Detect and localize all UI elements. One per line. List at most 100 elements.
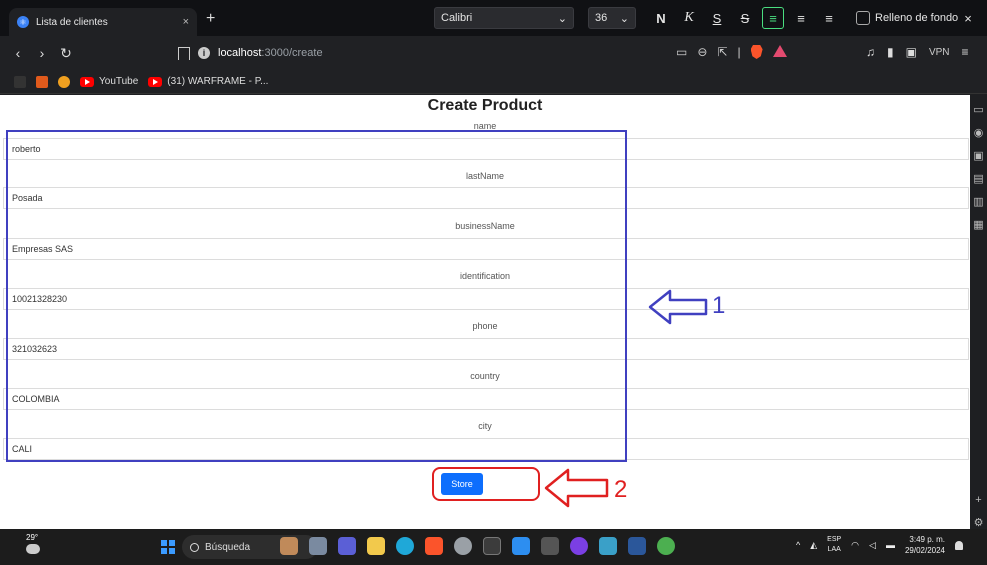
bookmark-app-icon[interactable] [58, 75, 70, 88]
taskbar-widget-icon[interactable] [280, 537, 298, 555]
annotation-number-2: 2 [614, 476, 628, 503]
brave-rewards-icon[interactable] [772, 45, 787, 57]
bookmark-label: (31) WARFRAME - P... [167, 76, 269, 87]
tab-title: Lista de clientes [36, 16, 108, 28]
vpn-button[interactable]: VPN [929, 47, 950, 58]
font-family-value: Calibri [441, 12, 473, 24]
font-family-select[interactable]: Calibri ⌄ [434, 7, 574, 29]
clock[interactable]: 3:49 p. m. 29/02/2024 [905, 534, 945, 556]
volume-icon[interactable]: ◁ [869, 540, 876, 551]
share-icon[interactable]: ⇱ [717, 45, 727, 59]
browser-app-icon[interactable] [657, 537, 675, 555]
url-field[interactable]: i localhost:3000/create [198, 41, 748, 65]
zoom-icon[interactable]: ⊖ [697, 45, 707, 59]
tab-lista-de-clientes[interactable]: ⚛ Lista de clientes × [9, 8, 197, 36]
brave-icon[interactable] [425, 537, 443, 555]
annotation-arrow-blue [648, 289, 708, 325]
menu-icon[interactable]: ≡ [962, 45, 969, 59]
photos-icon[interactable] [541, 537, 559, 555]
bookmark-app-icon[interactable] [36, 75, 48, 88]
bookmark-youtube[interactable]: YouTube [80, 76, 138, 87]
bookmarks-bar: YouTube (31) WARFRAME - P... [0, 70, 987, 94]
taskbar-apps [280, 537, 675, 555]
url-host: localhost [218, 47, 262, 59]
windows-taskbar: 29° Búsqueda ^ ◭ ESP LAA ◠ ◁ ▬ 3:49 p. m… [0, 529, 987, 565]
bookmark-icon[interactable] [178, 46, 190, 60]
sidebar-bookmarks-icon[interactable]: ▤ [973, 172, 983, 185]
edge-icon[interactable] [396, 537, 414, 555]
site-info-icon[interactable]: i [198, 47, 210, 59]
sidebar-target-icon[interactable]: ◉ [974, 126, 984, 139]
bookmark-warframe[interactable]: (31) WARFRAME - P... [148, 76, 268, 87]
app-icon[interactable] [599, 537, 617, 555]
sidebar-reading-icon[interactable]: ▥ [973, 195, 983, 208]
brave-shields-icon[interactable] [750, 45, 763, 59]
settings-icon[interactable] [454, 537, 472, 555]
sidebar-panel-icon[interactable]: ▭ [973, 103, 983, 116]
bold-button[interactable]: N [650, 7, 672, 29]
terminal-icon[interactable] [483, 537, 501, 555]
task-view-icon[interactable] [309, 537, 327, 555]
cast-icon[interactable]: ▭ [676, 45, 687, 59]
annotation-arrows [544, 289, 708, 508]
windows-start-icon[interactable] [161, 540, 175, 554]
browser-sidebar: ▭ ◉ ▣ ▤ ▥ ▦ + ⚙ [970, 95, 987, 529]
wifi-icon[interactable]: ◠ [851, 540, 859, 551]
weather-temperature: 29° [26, 533, 39, 542]
file-explorer-icon[interactable] [367, 537, 385, 555]
italic-button[interactable]: K [678, 7, 700, 29]
notification-bell-icon[interactable] [955, 540, 963, 550]
music-icon[interactable]: ♫ [866, 45, 875, 59]
background-fill-label: Relleno de fondo [875, 12, 959, 24]
font-size-select[interactable]: 36 ⌄ [588, 7, 636, 29]
youtube-icon [80, 76, 94, 87]
clock-time: 3:49 p. m. [909, 535, 945, 544]
language-indicator[interactable]: ESP LAA [827, 535, 841, 555]
align-left-button[interactable]: ≡ [762, 7, 784, 29]
cloud-icon [26, 544, 40, 554]
react-favicon-icon: ⚛ [17, 16, 29, 28]
chat-icon[interactable] [338, 537, 356, 555]
reload-icon[interactable]: ↻ [54, 45, 78, 62]
word-icon[interactable] [628, 537, 646, 555]
format-toolbar: Calibri ⌄ 36 ⌄ N K S S ≡ ≡ ≡ Relleno de … [434, 6, 972, 30]
annotation-number-1: 1 [712, 292, 726, 319]
chevron-up-icon[interactable]: ^ [796, 540, 800, 550]
sidebar-icon[interactable]: ▮ [887, 45, 894, 59]
sidebar-add-icon[interactable]: + [975, 494, 981, 506]
language-primary: ESP [827, 536, 842, 543]
wallet-icon[interactable]: ▣ [906, 45, 917, 59]
sidebar-history-icon[interactable]: ▦ [973, 218, 983, 231]
vscode-icon[interactable] [512, 537, 530, 555]
battery-icon[interactable]: ▬ [886, 540, 895, 550]
separator: | [737, 45, 741, 59]
sidebar-settings-icon[interactable]: ⚙ [974, 516, 984, 529]
page-content: Create Product name roberto lastName Pos… [0, 95, 970, 529]
background-fill-checkbox[interactable] [856, 11, 870, 25]
language-secondary: LAA [827, 546, 841, 553]
back-icon[interactable]: ‹ [6, 45, 30, 61]
address-bar-row: ‹ › ↻ i localhost:3000/create ▭ ⊖ ⇱ | ♫ … [0, 36, 987, 70]
toolbar-close-icon[interactable]: × [964, 11, 972, 26]
tab-close-icon[interactable]: × [183, 16, 189, 28]
tab-strip: ⚛ Lista de clientes × + Calibri ⌄ 36 ⌄ N… [0, 0, 987, 36]
sidebar-wallet-icon[interactable]: ▣ [973, 149, 983, 162]
youtube-icon [148, 76, 163, 87]
bookmark-app-icon[interactable] [14, 75, 26, 88]
forward-icon[interactable]: › [30, 45, 54, 61]
tray-app-icon[interactable]: ◭ [810, 540, 817, 551]
address-actions: ▭ ⊖ ⇱ | [676, 45, 787, 59]
weather-widget[interactable]: 29° [26, 533, 40, 554]
strikethrough-button[interactable]: S [734, 7, 756, 29]
taskbar-search-placeholder: Búsqueda [205, 541, 251, 553]
github-icon[interactable] [570, 537, 588, 555]
system-tray: ^ ◭ ESP LAA ◠ ◁ ▬ 3:49 p. m. 29/02/2024 [796, 534, 963, 556]
annotation-arrow-red [544, 468, 609, 508]
align-right-button[interactable]: ≡ [818, 7, 840, 29]
align-center-button[interactable]: ≡ [790, 7, 812, 29]
bookmark-label: YouTube [99, 76, 139, 87]
font-size-value: 36 [595, 12, 608, 24]
chevron-down-icon: ⌄ [557, 12, 567, 25]
underline-button[interactable]: S [706, 7, 728, 29]
new-tab-button[interactable]: + [206, 10, 215, 28]
